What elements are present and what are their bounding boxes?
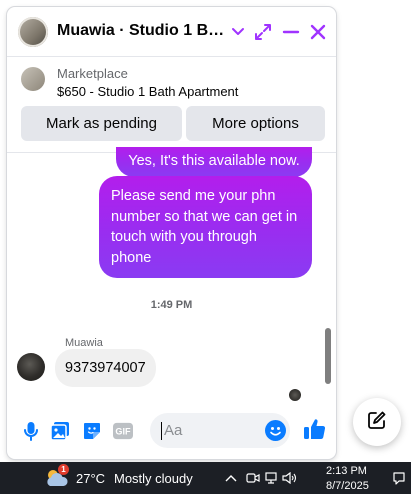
gif-label: GIF [115, 427, 131, 437]
chat-title[interactable]: Muawia · Studio 1 Bath Apartment [57, 22, 225, 40]
minimize-icon[interactable] [281, 22, 301, 42]
chevron-down-icon[interactable] [228, 22, 248, 42]
sender-name: Muawia [65, 337, 103, 349]
weather-notification-badge: 1 [58, 464, 69, 475]
outgoing-message[interactable]: Yes, It's this available now. [116, 147, 312, 177]
sticker-icon[interactable] [82, 421, 102, 441]
read-receipt-avatar [289, 389, 301, 401]
expand-icon[interactable] [253, 22, 273, 42]
new-message-button[interactable] [353, 398, 401, 446]
text-caret [161, 422, 162, 440]
listing-thumbnail[interactable] [21, 67, 45, 91]
mark-as-pending-button[interactable]: Mark as pending [21, 106, 182, 141]
incoming-message[interactable]: 9373974007 [55, 349, 156, 387]
gif-icon[interactable]: GIF [113, 421, 133, 441]
message-timestamp: 1:49 PM [150, 299, 193, 311]
clock-date[interactable]: 8/7/2025 [326, 480, 369, 492]
chat-window: Muawia · Studio 1 Bath Apartment Marketp… [7, 7, 336, 459]
listing-title[interactable]: $650 - Studio 1 Bath Apartment [57, 84, 238, 99]
message-input-container[interactable] [150, 413, 290, 448]
compose-icon [367, 410, 387, 435]
taskbar: 1 27°C Mostly cloudy 2:13 PM 8/7/2025 [0, 462, 411, 494]
more-options-button[interactable]: More options [186, 106, 325, 141]
contact-avatar[interactable] [18, 17, 48, 47]
scrollbar-thumb[interactable] [325, 328, 331, 384]
photo-icon[interactable] [50, 421, 70, 441]
weather-temperature[interactable]: 27°C [76, 471, 105, 486]
clock-time[interactable]: 2:13 PM [326, 465, 367, 477]
thumbs-up-icon[interactable] [303, 417, 327, 441]
message-composer: GIF [7, 403, 336, 459]
meet-now-icon[interactable] [246, 470, 260, 486]
emoji-icon[interactable] [265, 420, 286, 441]
close-icon[interactable] [308, 22, 328, 42]
weather-description[interactable]: Mostly cloudy [114, 471, 193, 486]
network-icon[interactable] [264, 470, 278, 486]
microphone-icon[interactable] [21, 421, 41, 441]
listing-source: Marketplace [57, 66, 128, 81]
notification-center-icon[interactable] [392, 471, 406, 485]
message-list[interactable]: Yes, It's this available now. Please sen… [7, 147, 336, 403]
listing-panel: Marketplace $650 - Studio 1 Bath Apartme… [7, 57, 336, 153]
message-input[interactable] [164, 413, 264, 448]
chevron-up-icon[interactable] [224, 470, 238, 486]
sender-avatar[interactable] [17, 353, 45, 381]
volume-icon[interactable] [282, 470, 298, 486]
chat-header: Muawia · Studio 1 Bath Apartment [7, 7, 336, 57]
outgoing-message[interactable]: Please send me your phn number so that w… [99, 176, 312, 278]
